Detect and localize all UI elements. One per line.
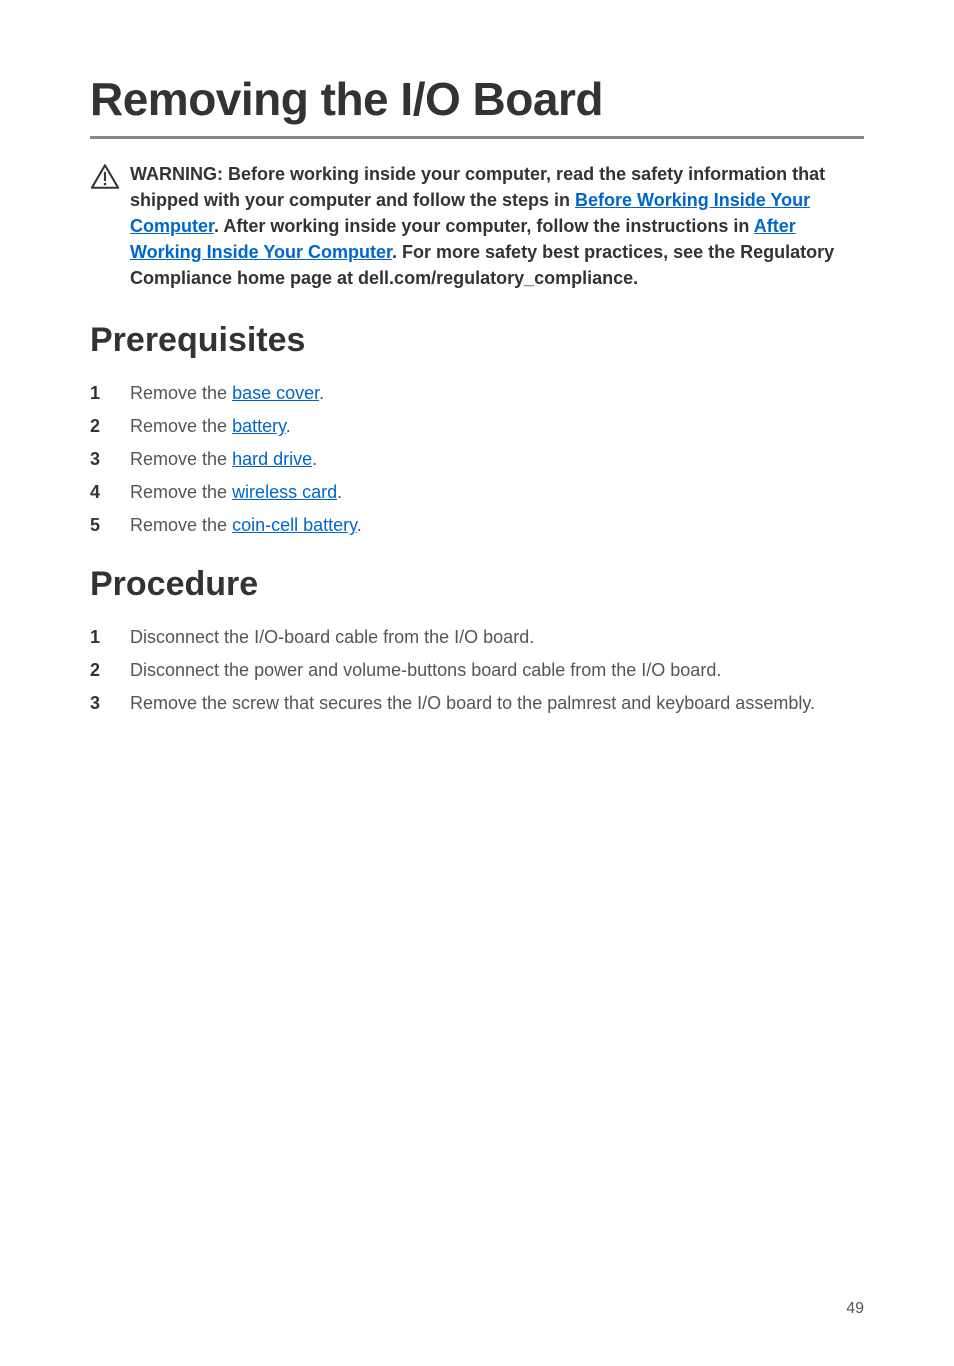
link-coin-cell-battery[interactable]: coin-cell battery: [232, 515, 357, 535]
step-pre: Remove the: [130, 515, 232, 535]
warning-icon-container: [90, 161, 130, 195]
list-item: Remove the screw that secures the I/O bo…: [90, 690, 864, 717]
step-pre: Remove the: [130, 383, 232, 403]
list-item: Remove the coin-cell battery.: [90, 512, 864, 539]
warning-triangle-icon: [90, 163, 120, 190]
warning-text: WARNING: Before working inside your comp…: [130, 161, 864, 291]
step-post: .: [286, 416, 291, 436]
step-pre: Remove the: [130, 416, 232, 436]
step-pre: Remove the: [130, 482, 232, 502]
list-item: Remove the battery.: [90, 413, 864, 440]
list-item: Remove the hard drive.: [90, 446, 864, 473]
prerequisites-list: Remove the base cover. Remove the batter…: [90, 380, 864, 539]
warning-block: WARNING: Before working inside your comp…: [90, 161, 864, 291]
page-number: 49: [846, 1300, 864, 1318]
step-post: .: [337, 482, 342, 502]
page-title: Removing the I/O Board: [90, 72, 864, 139]
step-text: Disconnect the I/O-board cable from the …: [130, 627, 534, 647]
link-hard-drive[interactable]: hard drive: [232, 449, 312, 469]
list-item: Disconnect the I/O-board cable from the …: [90, 624, 864, 651]
list-item: Remove the wireless card.: [90, 479, 864, 506]
warning-label: WARNING:: [130, 164, 223, 184]
procedure-list: Disconnect the I/O-board cable from the …: [90, 624, 864, 717]
list-item: Remove the base cover.: [90, 380, 864, 407]
step-post: .: [312, 449, 317, 469]
prerequisites-heading: Prerequisites: [90, 321, 864, 360]
link-battery[interactable]: battery: [232, 416, 286, 436]
link-wireless-card[interactable]: wireless card: [232, 482, 337, 502]
step-text: Disconnect the power and volume-buttons …: [130, 660, 721, 680]
step-post: .: [357, 515, 362, 535]
step-post: .: [319, 383, 324, 403]
procedure-heading: Procedure: [90, 565, 864, 604]
link-base-cover[interactable]: base cover: [232, 383, 319, 403]
step-pre: Remove the: [130, 449, 232, 469]
step-text: Remove the screw that secures the I/O bo…: [130, 693, 815, 713]
list-item: Disconnect the power and volume-buttons …: [90, 657, 864, 684]
warning-part2: . After working inside your computer, fo…: [214, 216, 754, 236]
